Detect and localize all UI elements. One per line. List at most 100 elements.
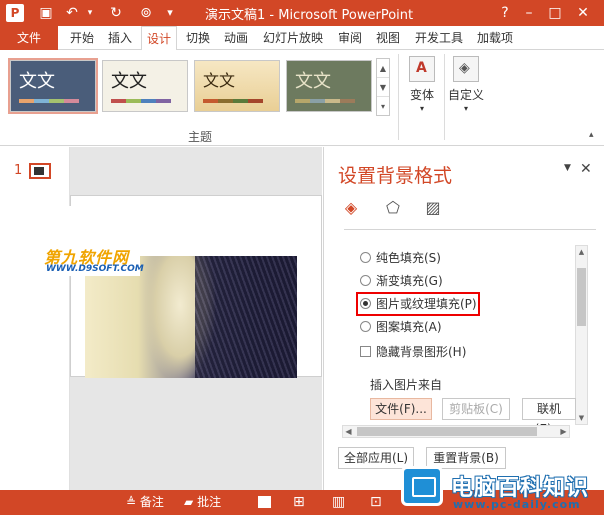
theme-thumbnail[interactable]: 文文 [286, 60, 372, 112]
insert-picture-from-label: 插入图片来自 [370, 378, 443, 392]
tab-developer[interactable]: 开发工具 [410, 26, 468, 50]
red-highlight-box [356, 292, 480, 316]
gallery-more-icon[interactable]: ▾ [377, 97, 389, 116]
comments-icon: ▰ [184, 495, 194, 509]
slide-editing-area [70, 147, 322, 490]
slideshow-view-icon[interactable]: ⊡ [370, 490, 382, 515]
panel-close-icon[interactable]: ✕ [580, 161, 592, 177]
gradient-fill-label: 渐变填充(G) [376, 274, 443, 288]
scrollbar-thumb[interactable] [357, 427, 537, 436]
watermark-url: WWW.D9SOFT.COM [46, 264, 144, 274]
slide-thumbnail[interactable] [29, 163, 51, 179]
tab-addins[interactable]: 加载项 [472, 26, 518, 50]
site-brand-badge: 电脑百科知识 www.pc-daily.com [393, 460, 604, 515]
theme-gallery: 文文 文文 文文 文文 [6, 58, 374, 116]
minimize-button[interactable]: – [518, 2, 540, 24]
checkbox-icon[interactable] [360, 346, 371, 357]
notes-label: 备注 [139, 495, 164, 509]
panel-title: 设置背景格式 [338, 165, 453, 187]
notes-button[interactable]: ≜ 备注 [126, 490, 164, 515]
scroll-up-icon[interactable]: ▲ [377, 59, 389, 78]
scroll-up-icon[interactable]: ▲ [576, 248, 587, 256]
theme-thumbnail[interactable]: 文文 [194, 60, 280, 112]
slide-thumbnail-pane: 1 [0, 147, 70, 490]
variants-button[interactable]: A 变体 ▾ [402, 56, 442, 136]
scroll-right-icon[interactable]: ▶ [558, 426, 569, 437]
theme-color-bar [19, 99, 79, 103]
solid-fill-label: 纯色填充(S) [376, 251, 441, 265]
variants-dropdown-icon: ▾ [419, 104, 424, 113]
hide-background-graphics-label: 隐藏背景图形(H) [376, 345, 467, 359]
customize-icon: ◈ [453, 56, 479, 82]
collapse-ribbon-icon[interactable]: ▴ [589, 130, 594, 140]
theme-thumbnail[interactable]: 文文 [8, 58, 98, 114]
redo-icon[interactable]: ↻ [106, 3, 126, 23]
online-button[interactable]: 联机(E)... [522, 398, 576, 436]
reading-view-icon[interactable]: ▥ [332, 490, 345, 515]
fill-bucket-icon[interactable]: ◈ [340, 197, 362, 219]
tab-insert[interactable]: 插入 [102, 26, 138, 50]
slide-sorter-icon[interactable]: ⊞ [293, 490, 305, 515]
clipboard-button[interactable]: 剪贴板(C) [442, 398, 510, 420]
help-button[interactable]: ? [494, 2, 516, 24]
theme-sample-text: 文文 [111, 71, 147, 92]
tab-slideshow[interactable]: 幻灯片放映 [258, 26, 328, 50]
themes-group-label: 主题 [188, 130, 213, 144]
customize-label: 自定义 [447, 88, 484, 102]
restore-button[interactable]: □ [544, 2, 566, 24]
pattern-fill-label: 图案填充(A) [376, 320, 442, 334]
pattern-fill-option[interactable]: 图案填充(A) [360, 318, 442, 336]
window-title: 演示文稿1 - Microsoft PowerPoint [205, 8, 414, 23]
file-button[interactable]: 文件(F)... [370, 398, 432, 420]
picture-icon[interactable]: ▨ [422, 197, 444, 219]
radio-icon[interactable] [360, 321, 371, 332]
tab-home[interactable]: 开始 [64, 26, 100, 50]
theme-gallery-scroller[interactable]: ▲ ▼ ▾ [376, 58, 390, 116]
theme-color-bar [203, 99, 263, 103]
start-slideshow-icon[interactable]: ⊚ [136, 3, 156, 23]
theme-color-bar [111, 99, 171, 103]
monitor-logo-icon [401, 466, 443, 506]
hide-background-graphics-option[interactable]: 隐藏背景图形(H) [360, 343, 466, 361]
ribbon-divider [444, 54, 445, 140]
customize-dropdown-icon: ▾ [463, 104, 468, 113]
theme-thumbnail[interactable]: 文文 [102, 60, 188, 112]
notes-icon: ≜ [126, 495, 137, 509]
variants-icon: A [409, 56, 435, 82]
tab-view[interactable]: 视图 [370, 26, 406, 50]
theme-sample-text: 文文 [19, 71, 55, 92]
tab-animations[interactable]: 动画 [218, 26, 254, 50]
theme-sample-text: 文文 [203, 71, 236, 90]
customize-button[interactable]: ◈ 自定义 ▾ [446, 56, 486, 136]
scroll-left-icon[interactable]: ◀ [343, 426, 354, 437]
undo-dropdown-icon[interactable]: ▾ [80, 3, 100, 23]
format-background-panel: 设置背景格式 ▼ ✕ ◈ ⬠ ▨ 纯色填充(S) 渐变填充(G) 图片或纹理填充… [323, 147, 604, 490]
panel-vertical-scrollbar[interactable]: ▲ ▼ [575, 245, 588, 425]
solid-fill-option[interactable]: 纯色填充(S) [360, 249, 441, 267]
tab-design[interactable]: 设计 [141, 26, 177, 51]
theme-color-bar [295, 99, 355, 103]
panel-horizontal-scrollbar[interactable]: ◀ ▶ [342, 425, 570, 438]
save-icon[interactable]: ▣ [36, 3, 56, 23]
scrollbar-thumb[interactable] [577, 268, 586, 326]
tab-review[interactable]: 审阅 [332, 26, 368, 50]
powerpoint-logo-icon[interactable]: P [6, 4, 24, 22]
panel-options-icon[interactable]: ▼ [564, 163, 571, 173]
radio-icon[interactable] [360, 252, 371, 263]
tab-file[interactable]: 文件 [0, 26, 58, 50]
undo-icon[interactable]: ↶ [62, 3, 82, 23]
effects-pentagon-icon[interactable]: ⬠ [382, 197, 404, 219]
comments-label: 批注 [197, 495, 222, 509]
normal-view-icon[interactable] [258, 496, 271, 508]
scroll-down-icon[interactable]: ▼ [576, 414, 587, 422]
scroll-down-icon[interactable]: ▼ [377, 78, 389, 97]
gradient-fill-option[interactable]: 渐变填充(G) [360, 272, 443, 290]
customize-quick-access-icon[interactable]: ▾ [160, 3, 180, 23]
title-bar: P ▣ ↶ ▾ ↻ ⊚ ▾ 演示文稿1 - Microsoft PowerPoi… [0, 0, 604, 26]
close-button[interactable]: ✕ [572, 2, 594, 24]
comments-button[interactable]: ▰ 批注 [184, 490, 221, 515]
tab-transitions[interactable]: 切换 [180, 26, 216, 50]
slide-number: 1 [14, 163, 23, 178]
variants-label: 变体 [409, 88, 434, 102]
radio-icon[interactable] [360, 275, 371, 286]
